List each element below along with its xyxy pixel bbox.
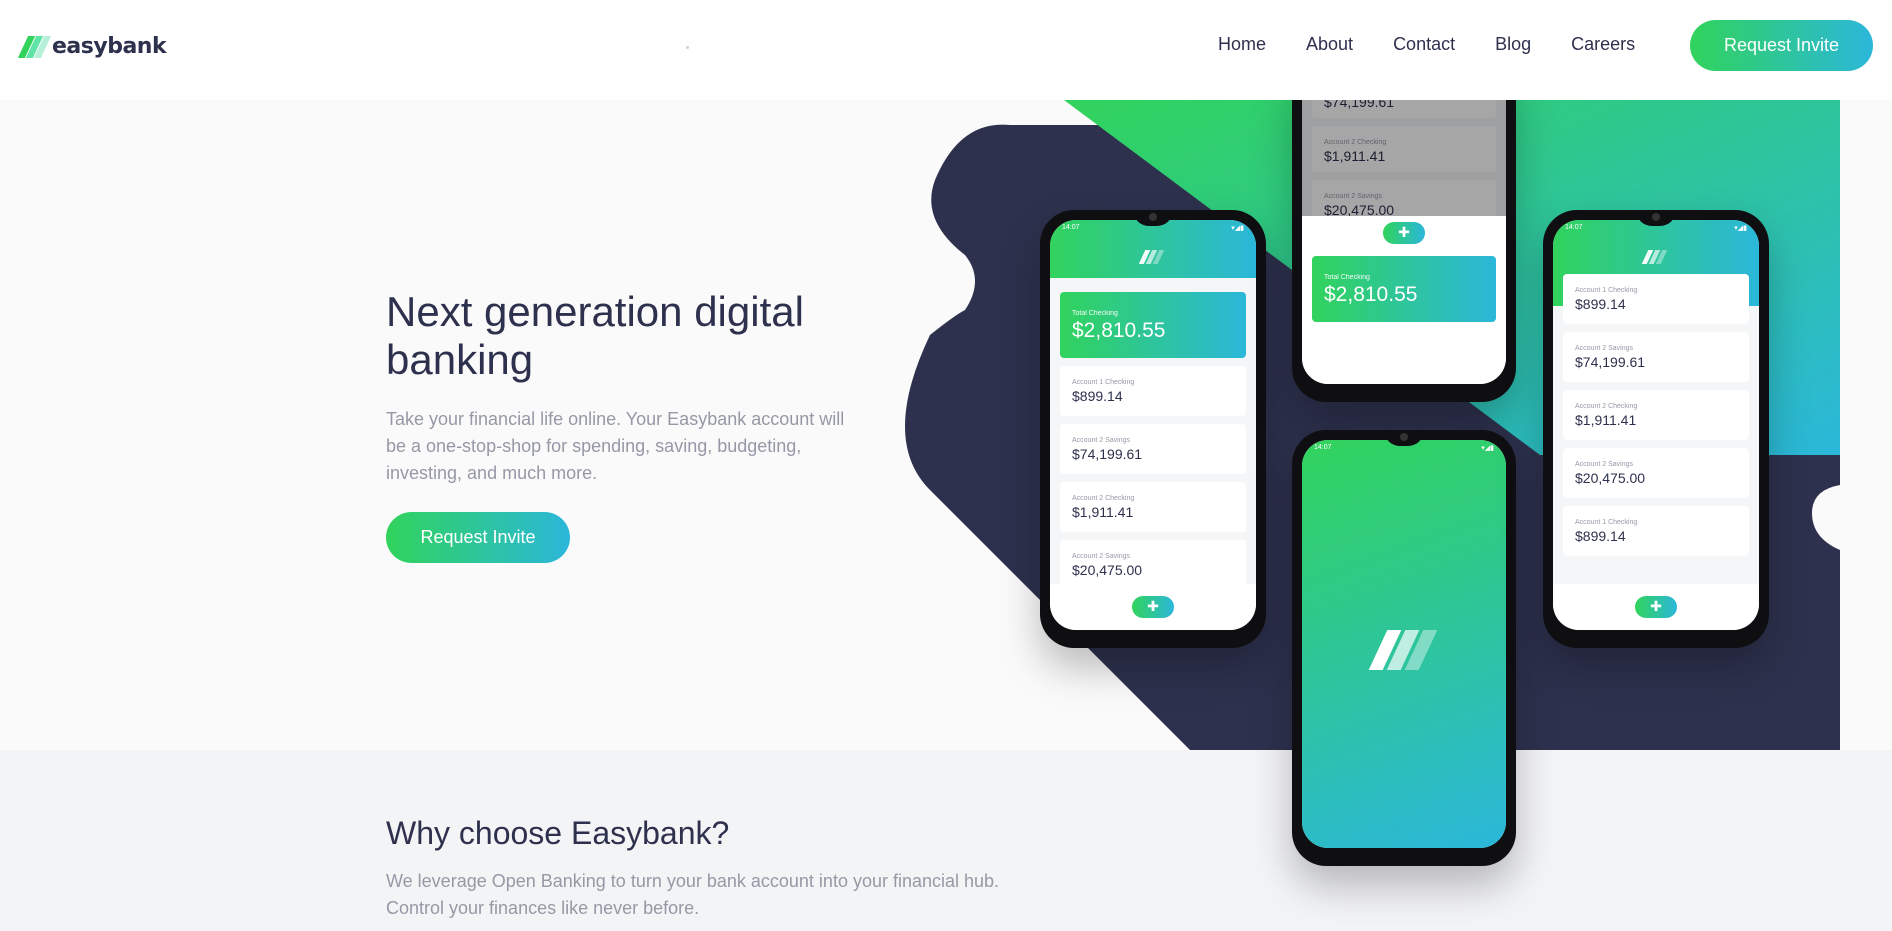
app-bottom-bar: ✚ xyxy=(1553,584,1759,630)
app-bottom-bar: ✚ xyxy=(1050,584,1256,630)
total-amount: $2,810.55 xyxy=(1072,319,1166,342)
hero-description: Take your financial life online. Your Ea… xyxy=(386,409,845,483)
why-title: Why choose Easybank? xyxy=(386,815,730,851)
account-card[interactable]: Account 1 Checking $899.14 xyxy=(1563,274,1749,324)
app-logo-icon xyxy=(1641,250,1668,264)
nav-contact[interactable]: Contact xyxy=(1393,34,1455,55)
app-logo-icon xyxy=(1138,250,1165,264)
main-nav: Home About Contact Blog Careers xyxy=(1218,34,1635,55)
account-label: Account 1 Checking xyxy=(1072,379,1135,386)
logo[interactable]: easybank xyxy=(17,34,167,59)
account-card[interactable]: Account 2 Checking $1,911.41 xyxy=(1060,482,1246,532)
phone-center-top: Account 2 Savings$74,199.61 Account 2 Ch… xyxy=(1292,60,1516,402)
nav-blog[interactable]: Blog xyxy=(1495,34,1531,55)
phone-center-splash: 14:07 ▾◢▮ xyxy=(1292,430,1516,866)
why-description: We leverage Open Banking to turn your ba… xyxy=(386,871,1000,918)
account-amount: $20,475.00 xyxy=(1575,470,1646,486)
account-amount: $899.14 xyxy=(1575,296,1626,312)
account-label: Account 1 Checking xyxy=(1575,287,1638,294)
total-checking-card[interactable]: Total Checking $2,810.55 xyxy=(1060,292,1246,358)
hero-request-invite-button[interactable]: Request Invite xyxy=(386,512,570,563)
account-amount: $1,911.41 xyxy=(1575,412,1637,428)
splash-logo-icon xyxy=(1368,630,1438,670)
account-amount: $74,199.61 xyxy=(1575,354,1646,370)
phone-left: 14:07 ▾◢▮ Total Checking $2,810.55 Accoun… xyxy=(1040,210,1266,648)
account-card[interactable]: Account 2 Savings $20,475.00 xyxy=(1060,540,1246,590)
nav-about[interactable]: About xyxy=(1306,34,1353,55)
status-icons: ▾◢▮ xyxy=(1481,445,1494,452)
account-card[interactable]: Account 1 Checking $899.14 xyxy=(1060,366,1246,416)
status-icons: ▾◢▮ xyxy=(1231,225,1244,232)
status-time: 14:07 xyxy=(1062,224,1080,231)
hero-title: Next generation digital banking xyxy=(386,288,804,383)
status-time: 14:07 xyxy=(1565,224,1583,231)
account-amount: $74,199.61 xyxy=(1072,446,1143,462)
logo-icon xyxy=(17,35,52,58)
phone-screen: 14:07 ▾◢▮ Total Checking $2,810.55 Accoun… xyxy=(1050,220,1256,630)
phone-screen: 14:07 ▾◢▮ xyxy=(1302,440,1506,848)
account-card[interactable]: Account 2 Savings $20,475.00 xyxy=(1563,448,1749,498)
account-card[interactable]: Account 2 Savings $74,199.61 xyxy=(1563,332,1749,382)
account-label: Account 2 Savings xyxy=(1575,461,1633,468)
account-amount: $899.14 xyxy=(1575,528,1626,544)
account-label: Account 2 Savings xyxy=(1072,553,1130,560)
account-label: Account 2 Checking xyxy=(1575,403,1638,410)
why-section: Why choose Easybank? We leverage Open Ba… xyxy=(0,750,1892,931)
account-label: Account 2 Savings xyxy=(1575,345,1633,352)
header-request-invite-button[interactable]: Request Invite xyxy=(1690,20,1873,71)
account-amount: $1,911.41 xyxy=(1072,504,1134,520)
site-header: easybank Home About Contact Blog Careers… xyxy=(0,0,1892,100)
transfer-button[interactable]: ✚ xyxy=(1635,596,1677,618)
app-header: 14:07 ▾◢▮ xyxy=(1050,220,1256,278)
total-amount: $2,810.55 xyxy=(1324,283,1418,306)
status-icons: ▾◢▮ xyxy=(1734,225,1747,232)
splash-screen: 14:07 ▾◢▮ xyxy=(1302,440,1506,848)
status-time: 14:07 xyxy=(1314,444,1332,451)
logo-text: easybank xyxy=(52,34,167,59)
total-label: Total Checking xyxy=(1324,274,1370,281)
account-card[interactable]: Account 1 Checking $899.14 xyxy=(1563,506,1749,556)
total-label: Total Checking xyxy=(1072,310,1118,317)
nav-home[interactable]: Home xyxy=(1218,34,1266,55)
account-amount: $20,475.00 xyxy=(1072,562,1143,578)
account-card[interactable]: Account 2 Checking $1,911.41 xyxy=(1563,390,1749,440)
transfer-button[interactable]: ✚ xyxy=(1383,222,1425,244)
account-label: Account 2 Savings xyxy=(1072,437,1130,444)
account-amount: $899.14 xyxy=(1072,388,1123,404)
phone-screen: Account 2 Savings$74,199.61 Account 2 Ch… xyxy=(1302,60,1506,384)
nav-careers[interactable]: Careers xyxy=(1571,34,1635,55)
account-label: Account 2 Checking xyxy=(1072,495,1135,502)
transfer-button[interactable]: ✚ xyxy=(1132,596,1174,618)
account-label: Account 1 Checking xyxy=(1575,519,1638,526)
phone-screen: 14:07 ▾◢▮ Account 1 Checking $899.14 Accou… xyxy=(1553,220,1759,630)
total-checking-card[interactable]: Total Checking $2,810.55 xyxy=(1312,256,1496,322)
account-card[interactable]: Account 2 Savings $74,199.61 xyxy=(1060,424,1246,474)
phone-right: 14:07 ▾◢▮ Account 1 Checking $899.14 Accou… xyxy=(1543,210,1769,648)
decorative-dot xyxy=(686,46,689,49)
